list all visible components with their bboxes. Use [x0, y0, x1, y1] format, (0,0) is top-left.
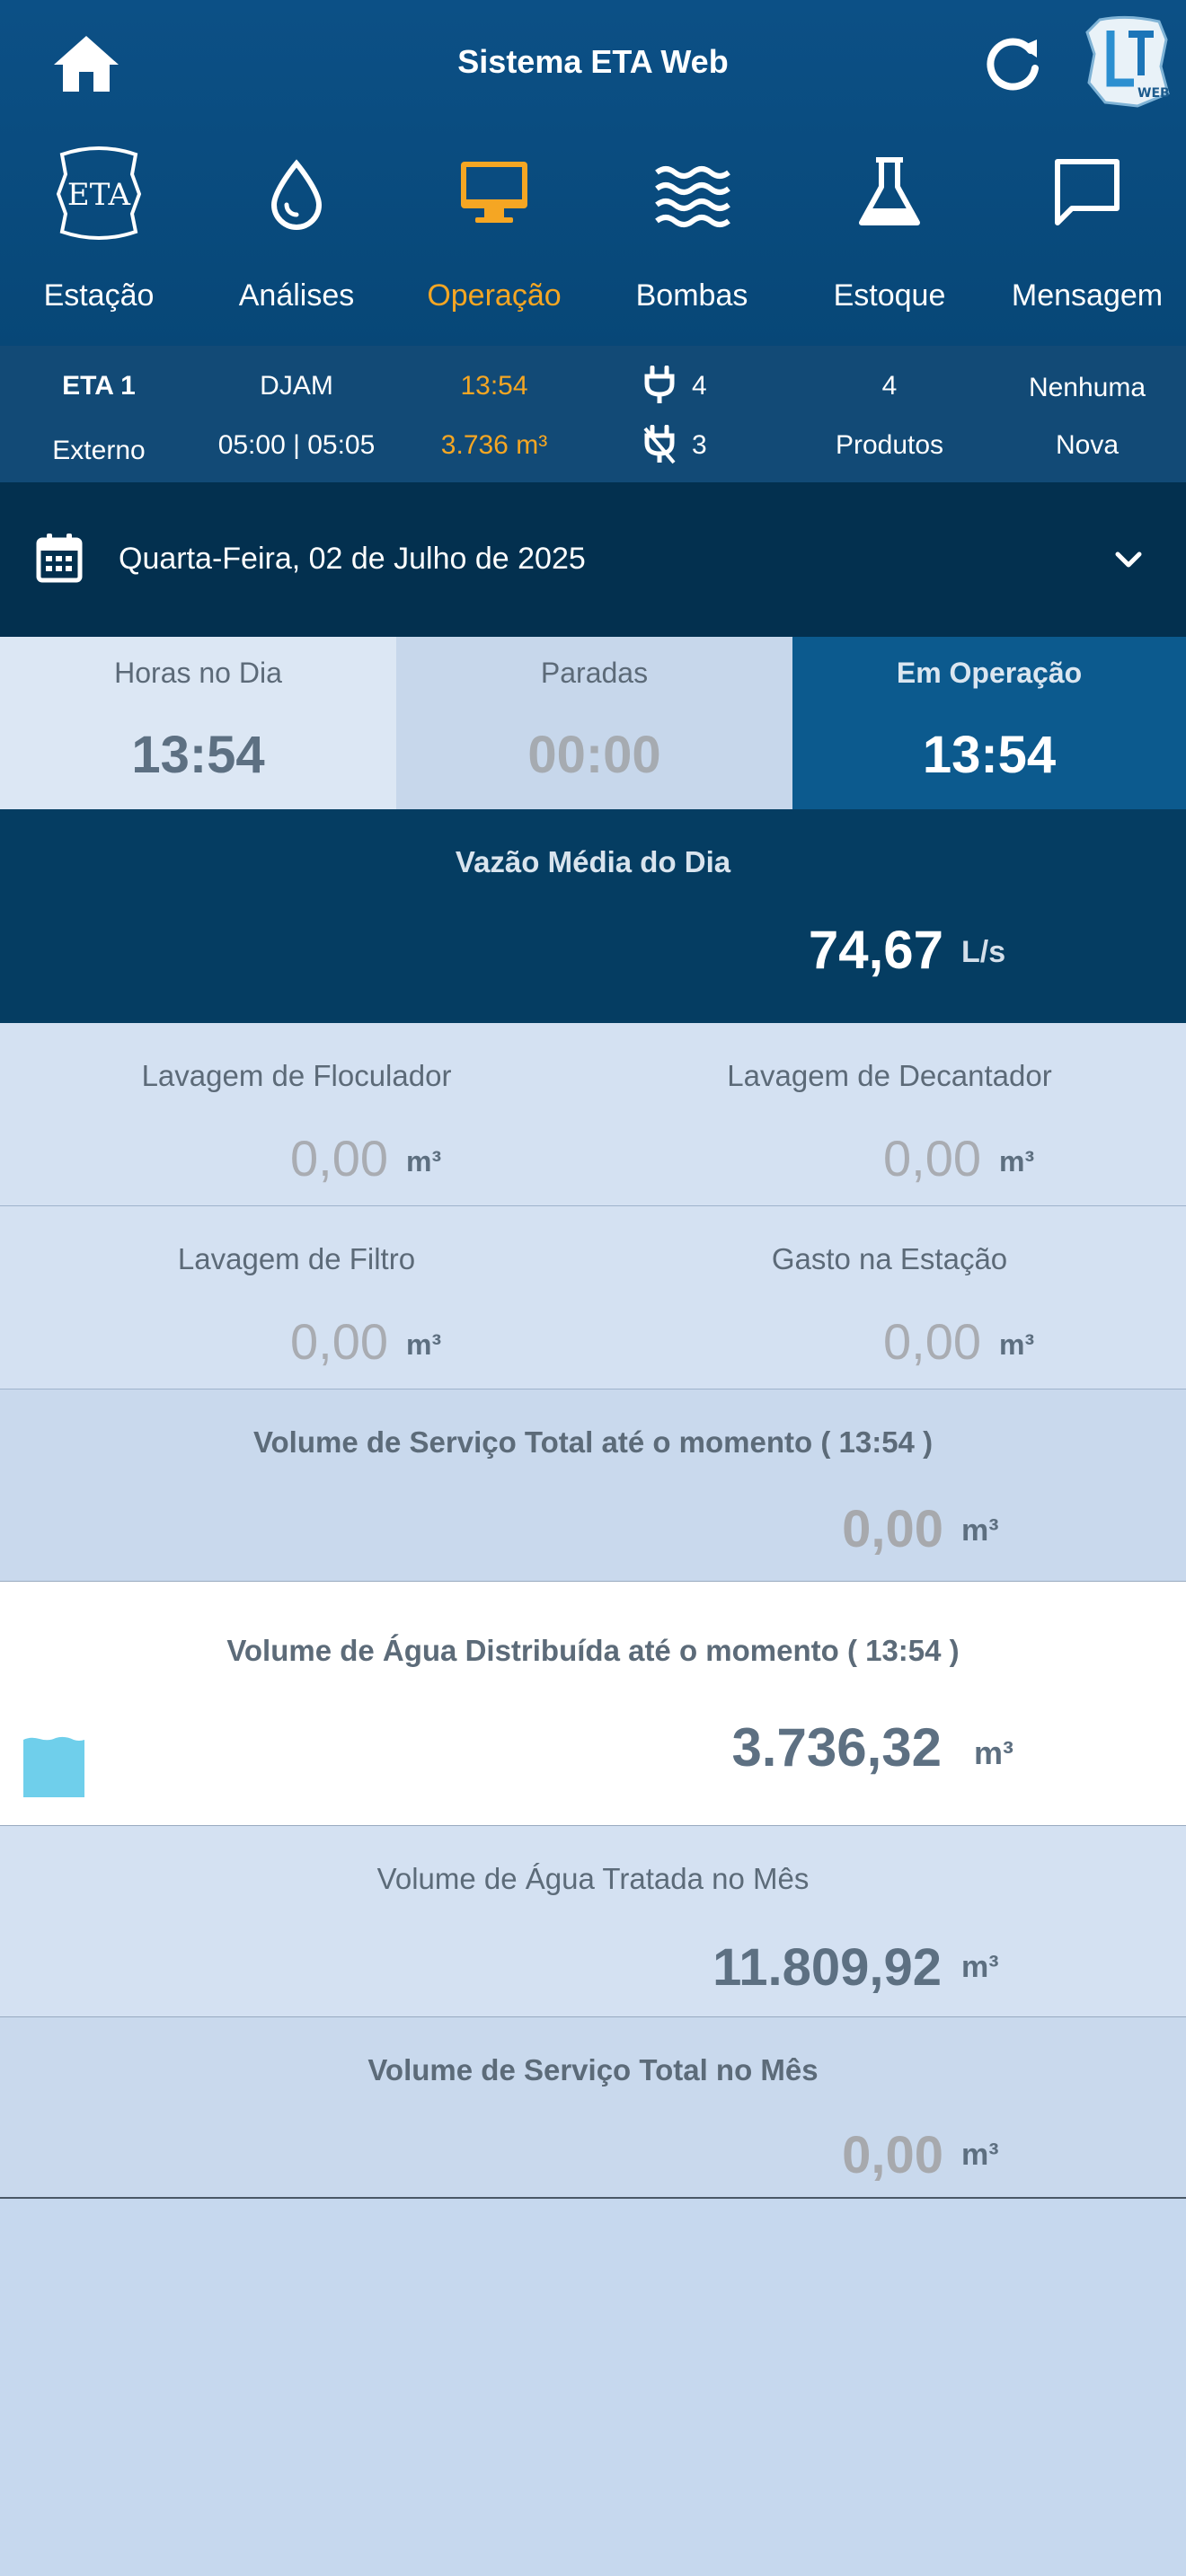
filter-wash-value: 0,00 — [290, 1313, 388, 1370]
tab-estoque[interactable]: Estoque — [791, 144, 988, 323]
service-month-label: Volume de Serviço Total no Mês — [367, 2053, 819, 2086]
distributed-volume-unit: m³ — [974, 1734, 1013, 1771]
operating-card: Em Operação 13:54 — [792, 637, 1186, 809]
flask-icon — [840, 144, 939, 243]
distributed-volume-card: Volume de Água Distribuída até o momento… — [0, 1582, 1186, 1826]
tab-analises[interactable]: Análises — [198, 144, 395, 323]
service-volume-now-label: Volume de Serviço Total até o momento ( … — [252, 1425, 934, 1459]
average-flow-value: 74,67 — [808, 920, 943, 980]
distributed-volume-value: 3.736,32 — [731, 1717, 942, 1778]
station-usage-label: Gasto na Estação — [771, 1242, 1008, 1275]
operation-time: 13:54 — [460, 371, 528, 401]
svg-text:WEB: WEB — [1137, 86, 1170, 101]
home-button[interactable] — [52, 32, 120, 95]
filter-wash-label: Lavagem de Filtro — [177, 1242, 416, 1275]
decantador-wash-cell: Lavagem de Decantador 0,00 m³ — [593, 1023, 1186, 1205]
water-tank-fill-icon — [23, 1736, 84, 1797]
tab-operacao-label: Operação — [427, 278, 562, 313]
service-month-unit: m³ — [961, 2138, 999, 2172]
status-strip: ETA 1 Externo DJAM 05:00 | 05:05 13:54 3… — [0, 346, 1186, 482]
water-drop-icon — [247, 144, 346, 243]
shift-times: 05:00 | 05:05 — [217, 430, 376, 460]
operator-name: DJAM — [260, 371, 333, 401]
floculador-wash-value: 0,00 — [290, 1130, 388, 1187]
operation-volume: 3.736 m³ — [440, 430, 548, 460]
average-flow-unit: L/s — [961, 935, 1006, 969]
refresh-button[interactable] — [981, 32, 1044, 95]
distributed-volume-label: Volume de Água Distribuída até o momento… — [226, 1634, 960, 1667]
average-flow-card: Vazão Média do Dia 74,67 L/s — [0, 809, 1186, 1023]
service-volume-now-card: Volume de Serviço Total até o momento ( … — [0, 1389, 1186, 1582]
floculador-wash-label: Lavagem de Floculador — [141, 1059, 452, 1092]
filter-wash-unit: m³ — [406, 1328, 442, 1361]
waves-icon — [642, 144, 741, 243]
treated-month-card: Volume de Água Tratada no Mês 11.809,92 … — [0, 1826, 1186, 2017]
service-volume-now-unit: m³ — [961, 1513, 999, 1548]
chat-bubble-icon — [1038, 144, 1137, 243]
svg-text:ETA: ETA — [67, 177, 131, 213]
eta-web-logo: WEB — [1084, 13, 1173, 110]
date-selector[interactable]: Quarta-Feira, 02 de Julho de 2025 — [0, 482, 1186, 637]
pumps-on-count: 4 — [692, 371, 707, 401]
date-label: Quarta-Feira, 02 de Julho de 2025 — [119, 542, 586, 576]
station-usage-value: 0,00 — [883, 1313, 981, 1370]
home-icon — [54, 36, 119, 92]
tab-bombas-label: Bombas — [635, 278, 748, 313]
stops-card: Paradas 00:00 — [396, 637, 792, 809]
operating-value: 13:54 — [922, 726, 1057, 784]
service-month-card: Volume de Serviço Total no Mês 0,00 m³ — [0, 2017, 1186, 2199]
floculador-wash-unit: m³ — [406, 1145, 442, 1178]
products-label: Produtos — [835, 430, 944, 460]
refresh-icon — [987, 38, 1039, 91]
washes-row-1: Lavagem de Floculador 0,00 m³ Lavagem de… — [0, 1023, 1186, 1206]
treated-month-unit: m³ — [961, 1950, 999, 1984]
hours-day-label: Horas no Dia — [114, 657, 282, 689]
hours-day-card: Horas no Dia 13:54 — [0, 637, 396, 809]
tab-estoque-label: Estoque — [833, 278, 946, 313]
station-usage-cell: Gasto na Estação 0,00 m³ — [593, 1206, 1186, 1389]
tab-estacao-label: Estação — [43, 278, 155, 313]
message-count: Nenhuma — [1028, 373, 1146, 402]
pumps-off-count: 3 — [692, 430, 707, 460]
decantador-wash-label: Lavagem de Decantador — [727, 1059, 1052, 1092]
decantador-wash-unit: m³ — [999, 1145, 1035, 1178]
decantador-wash-value: 0,00 — [883, 1130, 981, 1187]
service-volume-now-value: 0,00 — [842, 1500, 943, 1558]
tab-operacao[interactable]: Operação — [395, 144, 593, 323]
station-usage-unit: m³ — [999, 1328, 1035, 1361]
filter-wash-cell: Lavagem de Filtro 0,00 m³ — [0, 1206, 593, 1389]
treated-month-value: 11.809,92 — [712, 1938, 942, 1997]
tab-analises-label: Análises — [238, 278, 355, 313]
station-type: Externo — [52, 436, 146, 465]
message-label: Nova — [1055, 430, 1120, 460]
tab-estacao[interactable]: ETA Estação — [0, 144, 198, 323]
plug-icon — [642, 365, 677, 410]
eta-emblem-icon: ETA — [49, 144, 148, 243]
washes-row-2: Lavagem de Filtro 0,00 m³ Gasto na Estaç… — [0, 1206, 1186, 1389]
tab-bombas[interactable]: Bombas — [593, 144, 791, 323]
calendar-icon — [36, 533, 83, 583]
hours-day-value: 13:54 — [131, 726, 265, 784]
products-count: 4 — [881, 371, 898, 401]
monitor-icon — [445, 144, 544, 243]
app-header: Sistema ETA Web WEB ETA Estação Análises… — [0, 0, 1186, 346]
tab-mensagem-label: Mensagem — [1011, 278, 1164, 313]
treated-month-label: Volume de Água Tratada no Mês — [376, 1862, 810, 1895]
chevron-down-icon[interactable] — [1111, 542, 1146, 582]
stops-value: 00:00 — [527, 726, 661, 784]
tab-mensagem[interactable]: Mensagem — [988, 144, 1186, 323]
plug-off-icon — [642, 424, 677, 469]
station-name: ETA 1 — [62, 371, 136, 401]
stops-label: Paradas — [540, 657, 649, 689]
operating-label: Em Operação — [896, 657, 1083, 689]
floculador-wash-cell: Lavagem de Floculador 0,00 m³ — [0, 1023, 593, 1205]
service-month-value: 0,00 — [842, 2126, 943, 2184]
average-flow-label: Vazão Média do Dia — [455, 845, 731, 878]
